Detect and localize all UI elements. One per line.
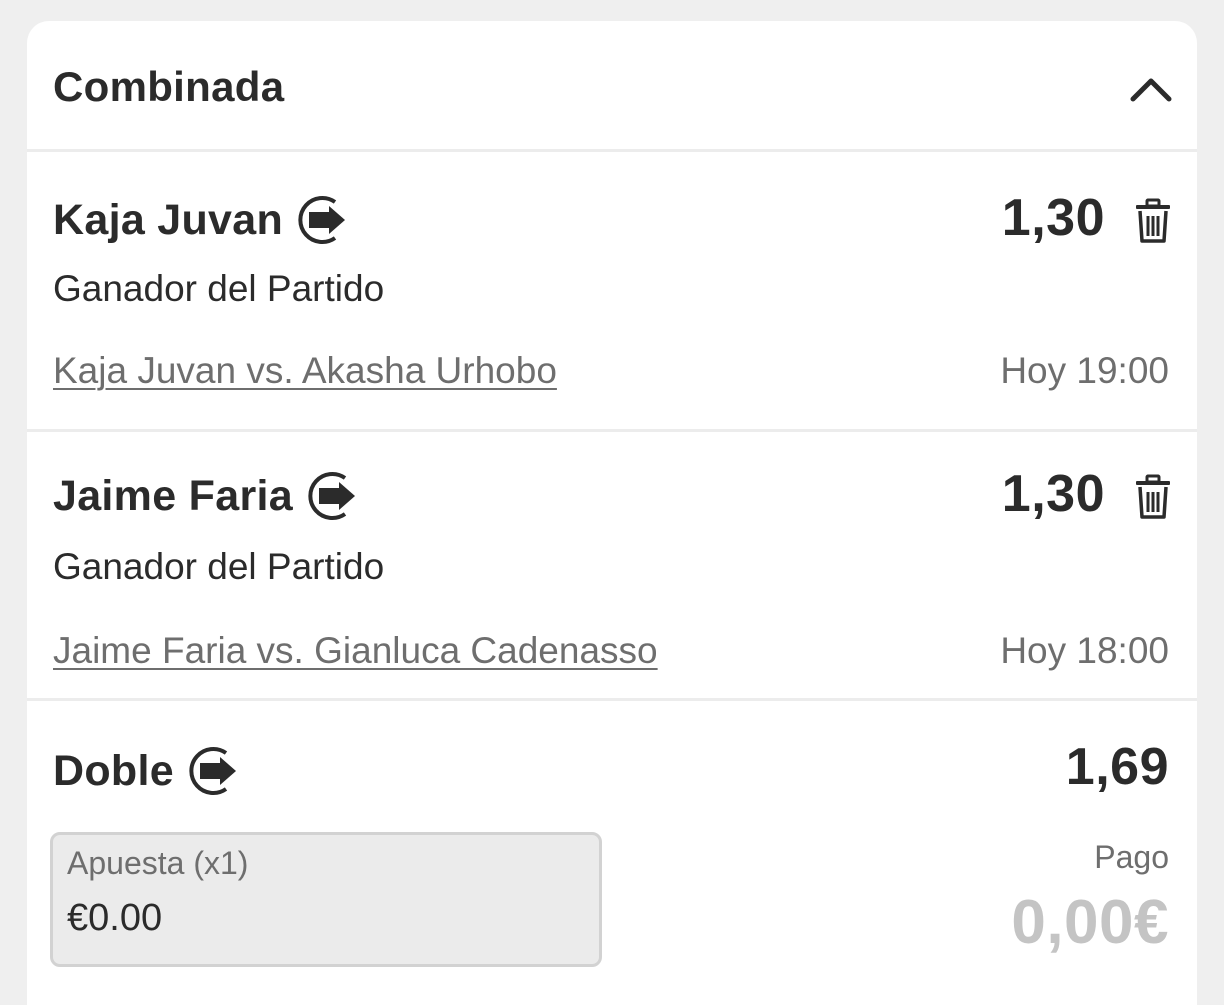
selection-event-link[interactable]: Jaime Faria vs. Gianluca Cadenasso bbox=[53, 630, 658, 672]
selection-name: Jaime Faria bbox=[53, 471, 293, 520]
bet-slip-header: Combinada bbox=[27, 21, 1197, 152]
selection-odds: 1,30 bbox=[1001, 189, 1105, 247]
bet-summary: Doble 1,69 Apuesta (x1) €0.00 Pago 0,00€ bbox=[27, 701, 1197, 1001]
stake-input[interactable]: Apuesta (x1) €0.00 bbox=[50, 832, 602, 967]
selection-odds: 1,30 bbox=[1001, 465, 1105, 523]
selection-name: Kaja Juvan bbox=[53, 195, 284, 244]
total-odds: 1,69 bbox=[1065, 738, 1169, 796]
selection-name-row: Kaja Juvan bbox=[53, 192, 351, 248]
bet-slip-card: Combinada Kaja Juvan 1,30 Ganador del Pa bbox=[27, 21, 1197, 1005]
payout-value: 0,00€ bbox=[1011, 888, 1169, 957]
stake-value[interactable]: €0.00 bbox=[67, 897, 162, 940]
payout-label: Pago bbox=[1094, 839, 1169, 875]
selection-item: Kaja Juvan 1,30 Ganador del Partido Kaja… bbox=[27, 152, 1197, 432]
trash-icon[interactable] bbox=[1133, 474, 1173, 520]
chevron-up-icon bbox=[1130, 78, 1172, 102]
selection-item: Jaime Faria 1,30 Ganador del Partido Jai… bbox=[27, 432, 1197, 701]
selection-time: Hoy 19:00 bbox=[1000, 350, 1169, 391]
bet-type-row: Doble bbox=[53, 743, 242, 799]
collapse-button[interactable] bbox=[1123, 61, 1179, 117]
selection-event-link[interactable]: Kaja Juvan vs. Akasha Urhobo bbox=[53, 350, 557, 392]
bet-slip-title: Combinada bbox=[53, 63, 285, 110]
bet-type: Doble bbox=[53, 746, 174, 795]
selection-market: Ganador del Partido bbox=[53, 546, 385, 587]
selection-time: Hoy 18:00 bbox=[1000, 630, 1169, 671]
cashout-icon bbox=[298, 196, 346, 244]
cashout-icon bbox=[189, 747, 236, 795]
cashout-icon bbox=[308, 472, 355, 520]
selection-name-row: Jaime Faria bbox=[53, 468, 361, 524]
trash-icon[interactable] bbox=[1133, 198, 1173, 244]
selection-market: Ganador del Partido bbox=[53, 268, 385, 309]
stake-label: Apuesta (x1) bbox=[67, 845, 249, 881]
